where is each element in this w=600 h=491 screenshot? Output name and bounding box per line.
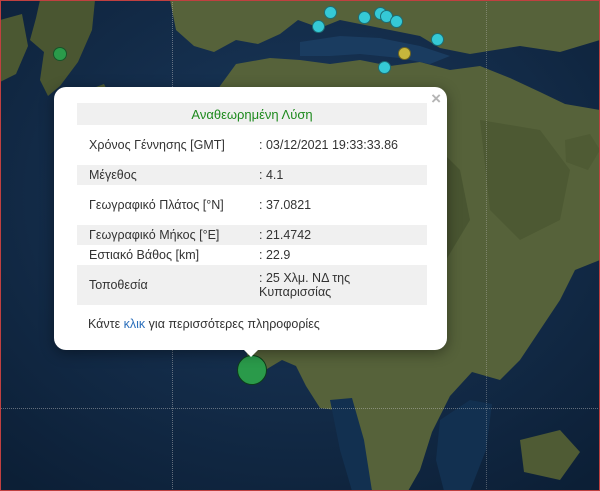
earthquake-marker[interactable]	[398, 47, 411, 60]
more-info-suffix: για περισσότερες πληροφορίες	[145, 317, 320, 331]
earthquake-info-table: Αναθεωρημένη Λύση Χρόνος Γέννησης [GMT]:…	[77, 103, 427, 305]
location-value: : 25 Χλμ. ΝΔ της Κυπαρισσίας	[245, 265, 427, 305]
map-view[interactable]: × Αναθεωρημένη Λύση Χρόνος Γέννησης [GMT…	[0, 0, 600, 491]
close-icon[interactable]: ×	[431, 90, 441, 108]
earthquake-marker[interactable]	[53, 47, 67, 61]
more-info-link[interactable]: κλικ	[124, 317, 146, 331]
magnitude-label: Μέγεθος	[77, 165, 245, 185]
origin-time-label: Χρόνος Γέννησης [GMT]	[89, 138, 225, 152]
popup-pointer	[240, 346, 262, 357]
popup-title: Αναθεωρημένη Λύση	[77, 103, 427, 125]
earthquake-marker[interactable]	[324, 6, 337, 19]
latitude-gridline	[0, 408, 600, 409]
magnitude-value: : 4.1	[245, 165, 427, 185]
latitude-value: : 37.0821	[259, 198, 312, 212]
longitude-label: Γεωγραφικό Μήκος [°E]	[77, 225, 245, 245]
earthquake-info-popup: × Αναθεωρημένη Λύση Χρόνος Γέννησης [GMT…	[54, 87, 447, 350]
longitude-gridline	[486, 0, 487, 491]
earthquake-marker[interactable]	[312, 20, 325, 33]
location-label: Τοποθεσία	[77, 265, 245, 305]
earthquake-marker[interactable]	[390, 15, 403, 28]
depth-value: : 22.9	[259, 248, 291, 262]
earthquake-marker[interactable]	[358, 11, 371, 24]
more-info-text: Κάντε κλικ για περισσότερες πληροφορίες	[88, 317, 320, 331]
earthquake-marker[interactable]	[431, 33, 444, 46]
latitude-label: Γεωγραφικό Πλάτος [°N]	[89, 198, 224, 212]
origin-time-value: : 03/12/2021 19:33:33.86	[259, 138, 399, 152]
depth-label: Εστιακό Βάθος [km]	[89, 248, 200, 262]
selected-earthquake-marker[interactable]	[237, 355, 267, 385]
more-info-prefix: Κάντε	[88, 317, 124, 331]
earthquake-marker[interactable]	[378, 61, 391, 74]
longitude-value: : 21.4742	[245, 225, 427, 245]
